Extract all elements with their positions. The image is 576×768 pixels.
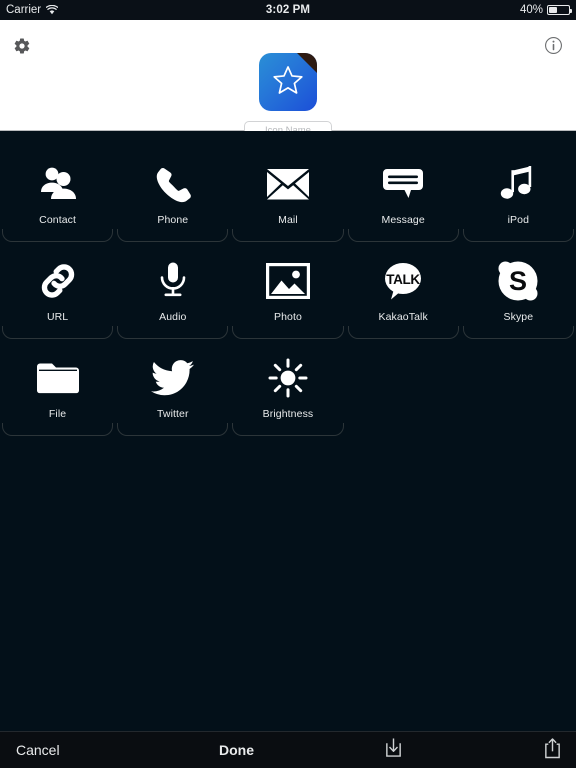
grid-item-label: Brightness (262, 408, 314, 420)
header-bar (0, 20, 576, 139)
grid-item-contact[interactable]: Contact (0, 145, 115, 242)
share-up-arrow-icon (543, 737, 562, 764)
cell-divider (117, 326, 229, 339)
music-note-icon (500, 159, 536, 209)
svg-text:TALK: TALK (386, 272, 420, 287)
grid-item-label: KakaoTalk (378, 311, 428, 323)
grid-item-kakaotalk[interactable]: TALK KakaoTalk (346, 242, 461, 339)
info-button[interactable] (538, 33, 568, 63)
photo-frame-icon (265, 256, 310, 306)
grid-item-file[interactable]: File (0, 339, 115, 436)
cell-divider (462, 326, 574, 339)
cell-divider (347, 229, 459, 242)
cancel-button[interactable]: Cancel (16, 742, 60, 758)
cell-divider (347, 326, 459, 339)
status-bar-time: 3:02 PM (265, 4, 311, 16)
sun-icon (268, 353, 308, 403)
grid-item-label: URL (46, 311, 69, 323)
cell-divider (2, 423, 114, 436)
status-bar: Carrier 3:02 PM 40% (0, 0, 576, 20)
battery-percent-label: 40% (519, 4, 543, 16)
grid-item-twitter[interactable]: Twitter (115, 339, 230, 436)
info-circle-icon (544, 36, 563, 60)
cell-divider (232, 229, 344, 242)
envelope-icon (266, 159, 310, 209)
grid-item-label: Contact (39, 214, 77, 226)
grid-item-photo[interactable]: Photo (230, 242, 345, 339)
grid-item-label: Photo (273, 311, 302, 323)
grid-item-label: Mail (278, 214, 298, 226)
grid-item-label: iPod (507, 214, 530, 226)
microphone-icon (158, 256, 188, 306)
folder-icon (35, 353, 81, 403)
phone-handset-icon (154, 159, 192, 209)
grid-item-label: Message (381, 214, 425, 226)
app-root: Carrier 3:02 PM 40% Icon Name Contact Ph… (0, 0, 576, 768)
done-button[interactable]: Done (219, 742, 254, 758)
status-bar-right: 40% (519, 4, 572, 16)
grid-item-label: Audio (159, 311, 187, 323)
kakaotalk-icon: TALK (382, 256, 424, 306)
cell-divider (117, 229, 229, 242)
grid-item-label: Skype (503, 311, 534, 323)
grid-item-brightness[interactable]: Brightness (230, 339, 345, 436)
cell-divider (232, 423, 344, 436)
share-button[interactable] (540, 737, 564, 764)
grid-item-ipod[interactable]: iPod (461, 145, 576, 242)
grid-item-audio[interactable]: Audio (115, 242, 230, 339)
grid-item-label: Phone (157, 214, 189, 226)
grid-item-url[interactable]: URL (0, 242, 115, 339)
grid-item-skype[interactable]: S Skype (461, 242, 576, 339)
cell-divider (2, 229, 114, 242)
icon-grid-area: Contact Phone Mail Message iPod URL Audi… (0, 131, 576, 731)
settings-button[interactable] (7, 33, 37, 63)
link-chain-icon (38, 256, 78, 306)
cell-divider (232, 326, 344, 339)
battery-icon (547, 5, 572, 15)
gear-icon (13, 37, 31, 60)
grid-item-label: File (48, 408, 67, 420)
grid-item-label: Twitter (156, 408, 189, 420)
selected-app-icon-preview[interactable] (259, 53, 317, 111)
twitter-bird-icon (150, 353, 195, 403)
download-tray-icon (384, 737, 403, 763)
speech-bubble-icon (382, 159, 424, 209)
cell-divider (462, 229, 574, 242)
import-button[interactable] (381, 738, 405, 762)
grid-item-mail[interactable]: Mail (230, 145, 345, 242)
cell-divider (117, 423, 229, 436)
contacts-icon (38, 159, 78, 209)
skype-icon: S (497, 256, 539, 306)
folded-corner-decoration (297, 53, 317, 73)
grid-item-phone[interactable]: Phone (115, 145, 230, 242)
bottom-toolbar: Cancel Done (0, 731, 576, 768)
cell-divider (2, 326, 114, 339)
icon-grid: Contact Phone Mail Message iPod URL Audi… (0, 145, 576, 436)
grid-item-message[interactable]: Message (346, 145, 461, 242)
svg-text:S: S (509, 266, 527, 296)
